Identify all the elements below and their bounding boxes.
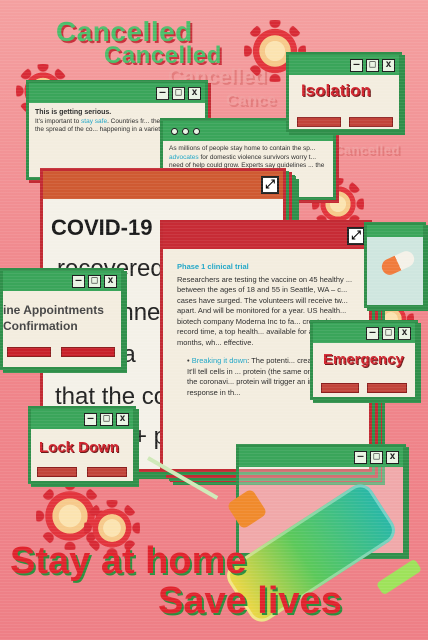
lockdown-ok-button[interactable]	[37, 467, 77, 477]
cancelled-text-5: Cancelled	[334, 142, 400, 157]
minimize-button[interactable]: –	[84, 412, 97, 426]
close-button[interactable]: x	[104, 274, 117, 288]
maximize-button[interactable]: □	[382, 326, 395, 340]
window-isolation: – □ x Isolation	[286, 52, 402, 132]
appointments-cancel-button[interactable]	[61, 347, 115, 357]
breaking-it-down-link[interactable]: Breaking it down	[192, 356, 247, 365]
isolation-ok-button[interactable]	[297, 117, 341, 127]
titlebar: ⤢	[163, 223, 369, 249]
window-dots	[167, 127, 200, 135]
close-button[interactable]: x	[116, 412, 129, 426]
close-button[interactable]: x	[386, 450, 399, 464]
titlebar: ⤢	[43, 171, 283, 199]
slogan-line-1: Stay at home	[10, 540, 247, 582]
titlebar: – □ x	[239, 447, 403, 467]
maximize-button[interactable]: □	[100, 412, 113, 426]
trial-heading: Phase 1 clinical trial	[177, 262, 249, 271]
emergency-cancel-button[interactable]	[367, 383, 407, 393]
titlebar: – □ x	[29, 83, 205, 103]
appointments-line-1: ine Appointments	[3, 303, 104, 317]
appointments-line-2: Confirmation	[3, 319, 78, 333]
serious-body-pre: It's important to	[35, 117, 82, 125]
pill-icon	[379, 248, 417, 278]
maximize-button[interactable]: □	[370, 450, 383, 464]
covid-heading: COVID-19	[51, 215, 153, 240]
lockdown-label: Lock Down	[39, 439, 120, 456]
titlebar: – □ x	[3, 271, 121, 291]
window-pills	[364, 222, 426, 308]
stay-safe-link[interactable]: stay safe	[81, 118, 107, 125]
emergency-ok-button[interactable]	[321, 383, 359, 393]
window-lockdown: – □ x Lock Down	[28, 406, 136, 484]
close-button[interactable]: x	[382, 58, 395, 72]
lockdown-cancel-button[interactable]	[87, 467, 127, 477]
emergency-label: Emergency	[323, 351, 404, 368]
titlebar: – □ x	[289, 55, 399, 75]
window-emergency: – □ x Emergency	[310, 320, 418, 400]
maximize-button[interactable]: □	[88, 274, 101, 288]
maximize-button[interactable]: □	[172, 86, 185, 100]
isolation-cancel-button[interactable]	[349, 117, 393, 127]
serious-heading: This is getting serious.	[35, 109, 112, 116]
slogan-line-2: Save lives	[158, 580, 342, 622]
minimize-button[interactable]: –	[156, 86, 169, 100]
maximize-button[interactable]: □	[366, 58, 379, 72]
appointments-ok-button[interactable]	[7, 347, 51, 357]
minimize-button[interactable]: –	[354, 450, 367, 464]
expand-icon[interactable]: ⤢	[347, 227, 365, 245]
titlebar	[367, 225, 423, 237]
advocates-link[interactable]: advocates	[169, 154, 199, 161]
violence-body-pre: As millions of people stay home to conta…	[169, 145, 316, 152]
close-button[interactable]: x	[188, 86, 201, 100]
minimize-button[interactable]: –	[350, 58, 363, 72]
close-button[interactable]: x	[398, 326, 411, 340]
expand-icon[interactable]: ⤢	[261, 176, 279, 194]
minimize-button[interactable]: –	[72, 274, 85, 288]
titlebar: – □ x	[31, 409, 133, 429]
isolation-label: Isolation	[301, 81, 371, 100]
cancelled-text-4: Cance	[226, 92, 277, 109]
minimize-button[interactable]: –	[366, 326, 379, 340]
window-appointments: – □ x ine Appointments Confirmation	[0, 268, 124, 370]
titlebar: – □ x	[313, 323, 415, 343]
syringe-plunger	[375, 558, 423, 596]
